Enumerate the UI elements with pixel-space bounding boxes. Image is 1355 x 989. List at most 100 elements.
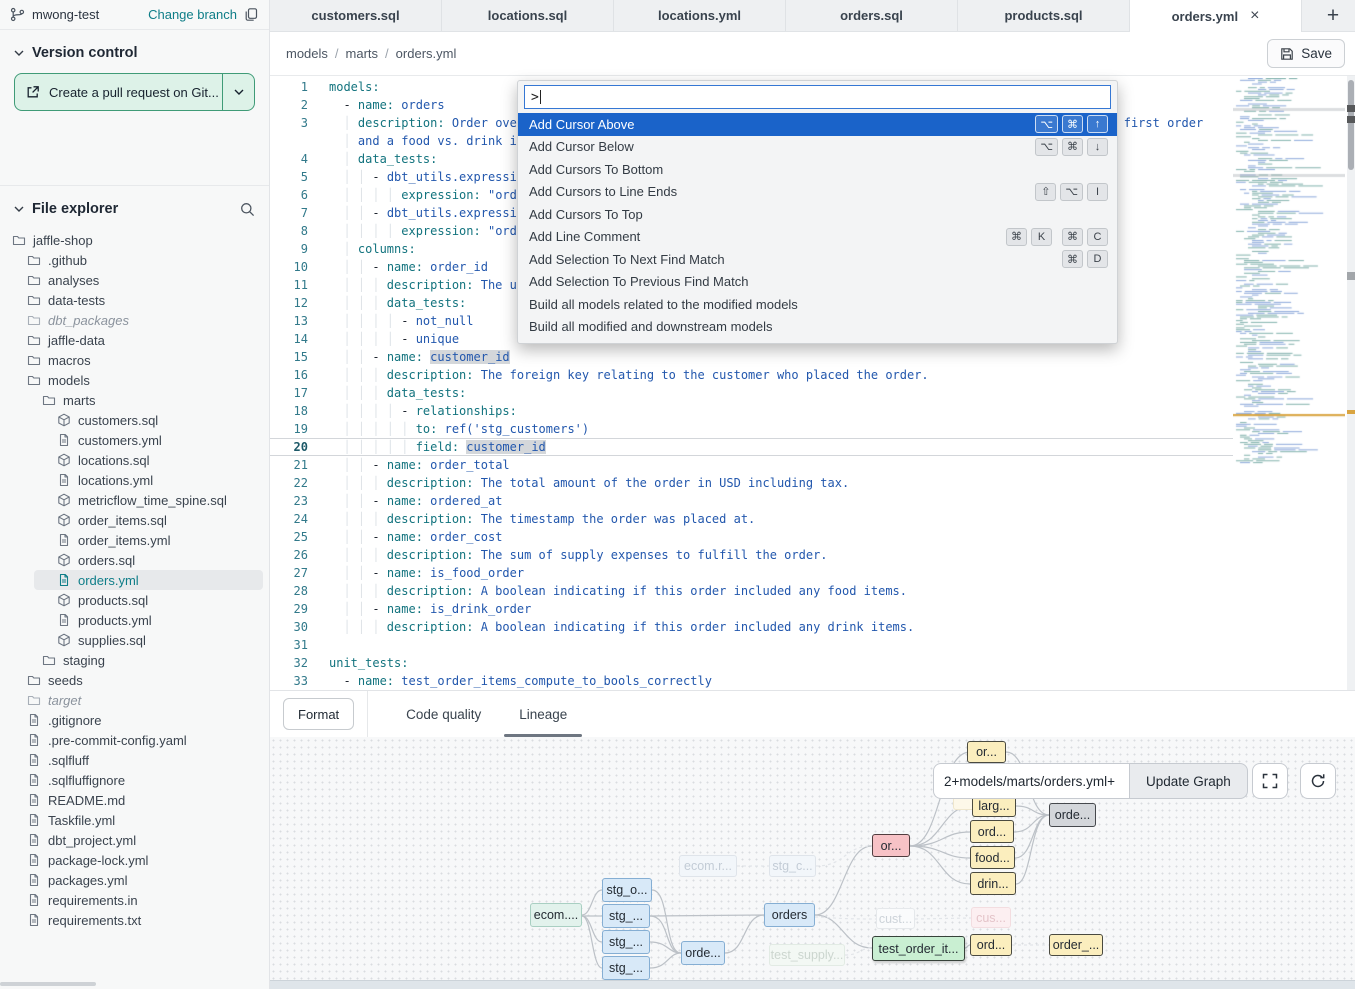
command-item[interactable]: Add Cursors To Bottom	[518, 158, 1117, 181]
format-button[interactable]: Format	[283, 698, 354, 730]
command-item[interactable]: Add Cursors To Top	[518, 203, 1117, 226]
command-item[interactable]: Build all modified and downstream models	[518, 316, 1117, 339]
lineage-node-drin[interactable]: drin...	[970, 872, 1016, 895]
lineage-node-cus[interactable]: cus...	[971, 907, 1011, 928]
tab-products.sql[interactable]: products.sql	[958, 0, 1130, 31]
command-item[interactable]: Add Selection To Previous Find Match	[518, 271, 1117, 294]
bottom-tab-lineage[interactable]: Lineage	[519, 691, 567, 737]
tree-item-order-items.yml[interactable]: order_items.yml	[6, 530, 263, 550]
tree-item-data-tests[interactable]: data-tests	[6, 290, 263, 310]
tree-item-.sqlfluffignore[interactable]: .sqlfluffignore	[6, 770, 263, 790]
tree-item-package-lock.yml[interactable]: package-lock.yml	[6, 850, 263, 870]
pr-dropdown-caret[interactable]	[222, 74, 254, 110]
command-item[interactable]: Build all models related to the modified…	[518, 293, 1117, 316]
lineage-node-test_supply[interactable]: test_supply...	[769, 944, 845, 966]
tree-item-orders.yml[interactable]: orders.yml	[34, 570, 263, 590]
lineage-node-orde[interactable]: orde...	[681, 941, 725, 965]
code-line[interactable]: 25 │ │ - name: order_cost	[270, 528, 1233, 546]
lineage-node-stg_[interactable]: stg_...	[602, 930, 650, 954]
command-item[interactable]: Add Line Comment⌘K⌘C	[518, 226, 1117, 249]
code-line[interactable]: 24 │ │ │ description: The timestamp the …	[270, 510, 1233, 528]
tree-item-Taskfile.yml[interactable]: Taskfile.yml	[6, 810, 263, 830]
tree-item-.gitignore[interactable]: .gitignore	[6, 710, 263, 730]
refresh-button[interactable]	[1300, 763, 1336, 799]
tree-item-.github[interactable]: .github	[6, 250, 263, 270]
tab-orders.yml[interactable]: orders.yml×	[1130, 0, 1302, 32]
tab-orders.sql[interactable]: orders.sql	[786, 0, 958, 31]
code-line[interactable]: 31	[270, 636, 1233, 654]
code-line[interactable]: 32unit_tests:	[270, 654, 1233, 672]
editor-scrollbar-thumb[interactable]	[1348, 80, 1354, 170]
code-line[interactable]: 28 │ │ │ description: A boolean indicati…	[270, 582, 1233, 600]
tree-item-products.yml[interactable]: products.yml	[6, 610, 263, 630]
tree-item-customers.sql[interactable]: customers.sql	[6, 410, 263, 430]
code-line[interactable]: 17 │ │ │ data_tests:	[270, 384, 1233, 402]
lineage-node-ecom[interactable]: ecom....	[530, 903, 582, 927]
code-line[interactable]: 29 │ │ - name: is_drink_order	[270, 600, 1233, 618]
tree-item-models[interactable]: models	[6, 370, 263, 390]
new-tab-button[interactable]: +	[1311, 0, 1355, 31]
tree-item-dbt-project.yml[interactable]: dbt_project.yml	[6, 830, 263, 850]
command-item[interactable]: Add Cursor Below⌥⌘↓	[518, 136, 1117, 159]
tab-locations.yml[interactable]: locations.yml	[614, 0, 786, 31]
tree-item-analyses[interactable]: analyses	[6, 270, 263, 290]
lineage-selector-input[interactable]	[933, 763, 1129, 799]
tree-item-jaffle-shop[interactable]: jaffle-shop	[6, 230, 263, 250]
lineage-node-or[interactable]: or...	[872, 834, 910, 857]
tree-item-.pre-commit-config.yaml[interactable]: .pre-commit-config.yaml	[6, 730, 263, 750]
tree-item-requirements.in[interactable]: requirements.in	[6, 890, 263, 910]
code-line[interactable]: 15 │ │ - name: customer_id	[270, 348, 1233, 366]
code-line[interactable]: 23 │ │ - name: ordered_at	[270, 492, 1233, 510]
breadcrumb-part[interactable]: marts	[346, 46, 379, 61]
tree-item-supplies.sql[interactable]: supplies.sql	[6, 630, 263, 650]
code-line[interactable]: 22 │ │ │ description: The total amount o…	[270, 474, 1233, 492]
lineage-node-ecomr[interactable]: ecom.r...	[679, 855, 737, 877]
lineage-node-stg_o[interactable]: stg_o...	[602, 878, 652, 902]
lineage-node-orde[interactable]: orde...	[1049, 803, 1096, 827]
code-line[interactable]: 16 │ │ │ description: The foreign key re…	[270, 366, 1233, 384]
lineage-node-orders[interactable]: orders	[764, 903, 815, 927]
command-item[interactable]: Add Cursors to Line Ends⇧⌥I	[518, 181, 1117, 204]
tree-item-dbt-packages[interactable]: dbt_packages	[6, 310, 263, 330]
search-icon[interactable]	[240, 202, 255, 217]
code-line[interactable]: 30 │ │ │ description: A boolean indicati…	[270, 618, 1233, 636]
lineage-node-stg_[interactable]: stg_...	[602, 956, 650, 980]
tree-item-orders.sql[interactable]: orders.sql	[6, 550, 263, 570]
code-line[interactable]: 18 │ │ │ │ - relationships:	[270, 402, 1233, 420]
sidebar-hscrollbar[interactable]	[0, 982, 96, 986]
tree-item-locations.yml[interactable]: locations.yml	[6, 470, 263, 490]
lineage-node-food[interactable]: food...	[970, 846, 1015, 869]
tree-item-order-items.sql[interactable]: order_items.sql	[6, 510, 263, 530]
tree-item-.sqlfluff[interactable]: .sqlfluff	[6, 750, 263, 770]
bottom-tab-code-quality[interactable]: Code quality	[406, 691, 481, 737]
lineage-node-order_[interactable]: order_...	[1049, 934, 1103, 956]
tree-item-macros[interactable]: macros	[6, 350, 263, 370]
create-pr-button[interactable]: Create a pull request on Git...	[14, 73, 255, 111]
tree-item-requirements.txt[interactable]: requirements.txt	[6, 910, 263, 930]
tree-item-staging[interactable]: staging	[6, 650, 263, 670]
tree-item-seeds[interactable]: seeds	[6, 670, 263, 690]
lineage-graph[interactable]: Update Graph ecom....stg_o...stg_...stg_…	[270, 737, 1355, 980]
lineage-node-ord[interactable]: ord...	[970, 934, 1012, 956]
change-branch-link[interactable]: Change branch	[148, 7, 237, 22]
code-line[interactable]: 26 │ │ │ description: The sum of supply …	[270, 546, 1233, 564]
lineage-node-stg_[interactable]: stg_...	[602, 904, 650, 928]
tree-item-customers.yml[interactable]: customers.yml	[6, 430, 263, 450]
tree-item-jaffle-data[interactable]: jaffle-data	[6, 330, 263, 350]
breadcrumb-part[interactable]: models	[286, 46, 328, 61]
lineage-node-ord[interactable]: ord...	[970, 820, 1014, 843]
code-line[interactable]: 19 │ │ │ │ │ to: ref('stg_customers')	[270, 420, 1233, 438]
breadcrumb-part[interactable]: orders.yml	[396, 46, 457, 61]
lineage-node-cust[interactable]: cust...	[876, 908, 915, 929]
minimap[interactable]	[1233, 78, 1345, 478]
command-item[interactable]: Add Cursor Above⌥⌘↑	[518, 113, 1117, 136]
tab-customers.sql[interactable]: customers.sql	[270, 0, 442, 31]
tree-item-target[interactable]: target	[6, 690, 263, 710]
close-icon[interactable]: ×	[1250, 8, 1259, 24]
lineage-hscrollbar[interactable]	[270, 980, 1355, 989]
code-line-current[interactable]: 20 │ │ │ │ │ field: customer_id	[270, 438, 1233, 456]
code-line[interactable]: 33 - name: test_order_items_compute_to_b…	[270, 672, 1233, 690]
tree-item-locations.sql[interactable]: locations.sql	[6, 450, 263, 470]
code-line[interactable]: 27 │ │ - name: is_food_order	[270, 564, 1233, 582]
file-explorer-header[interactable]: File explorer	[0, 186, 269, 226]
